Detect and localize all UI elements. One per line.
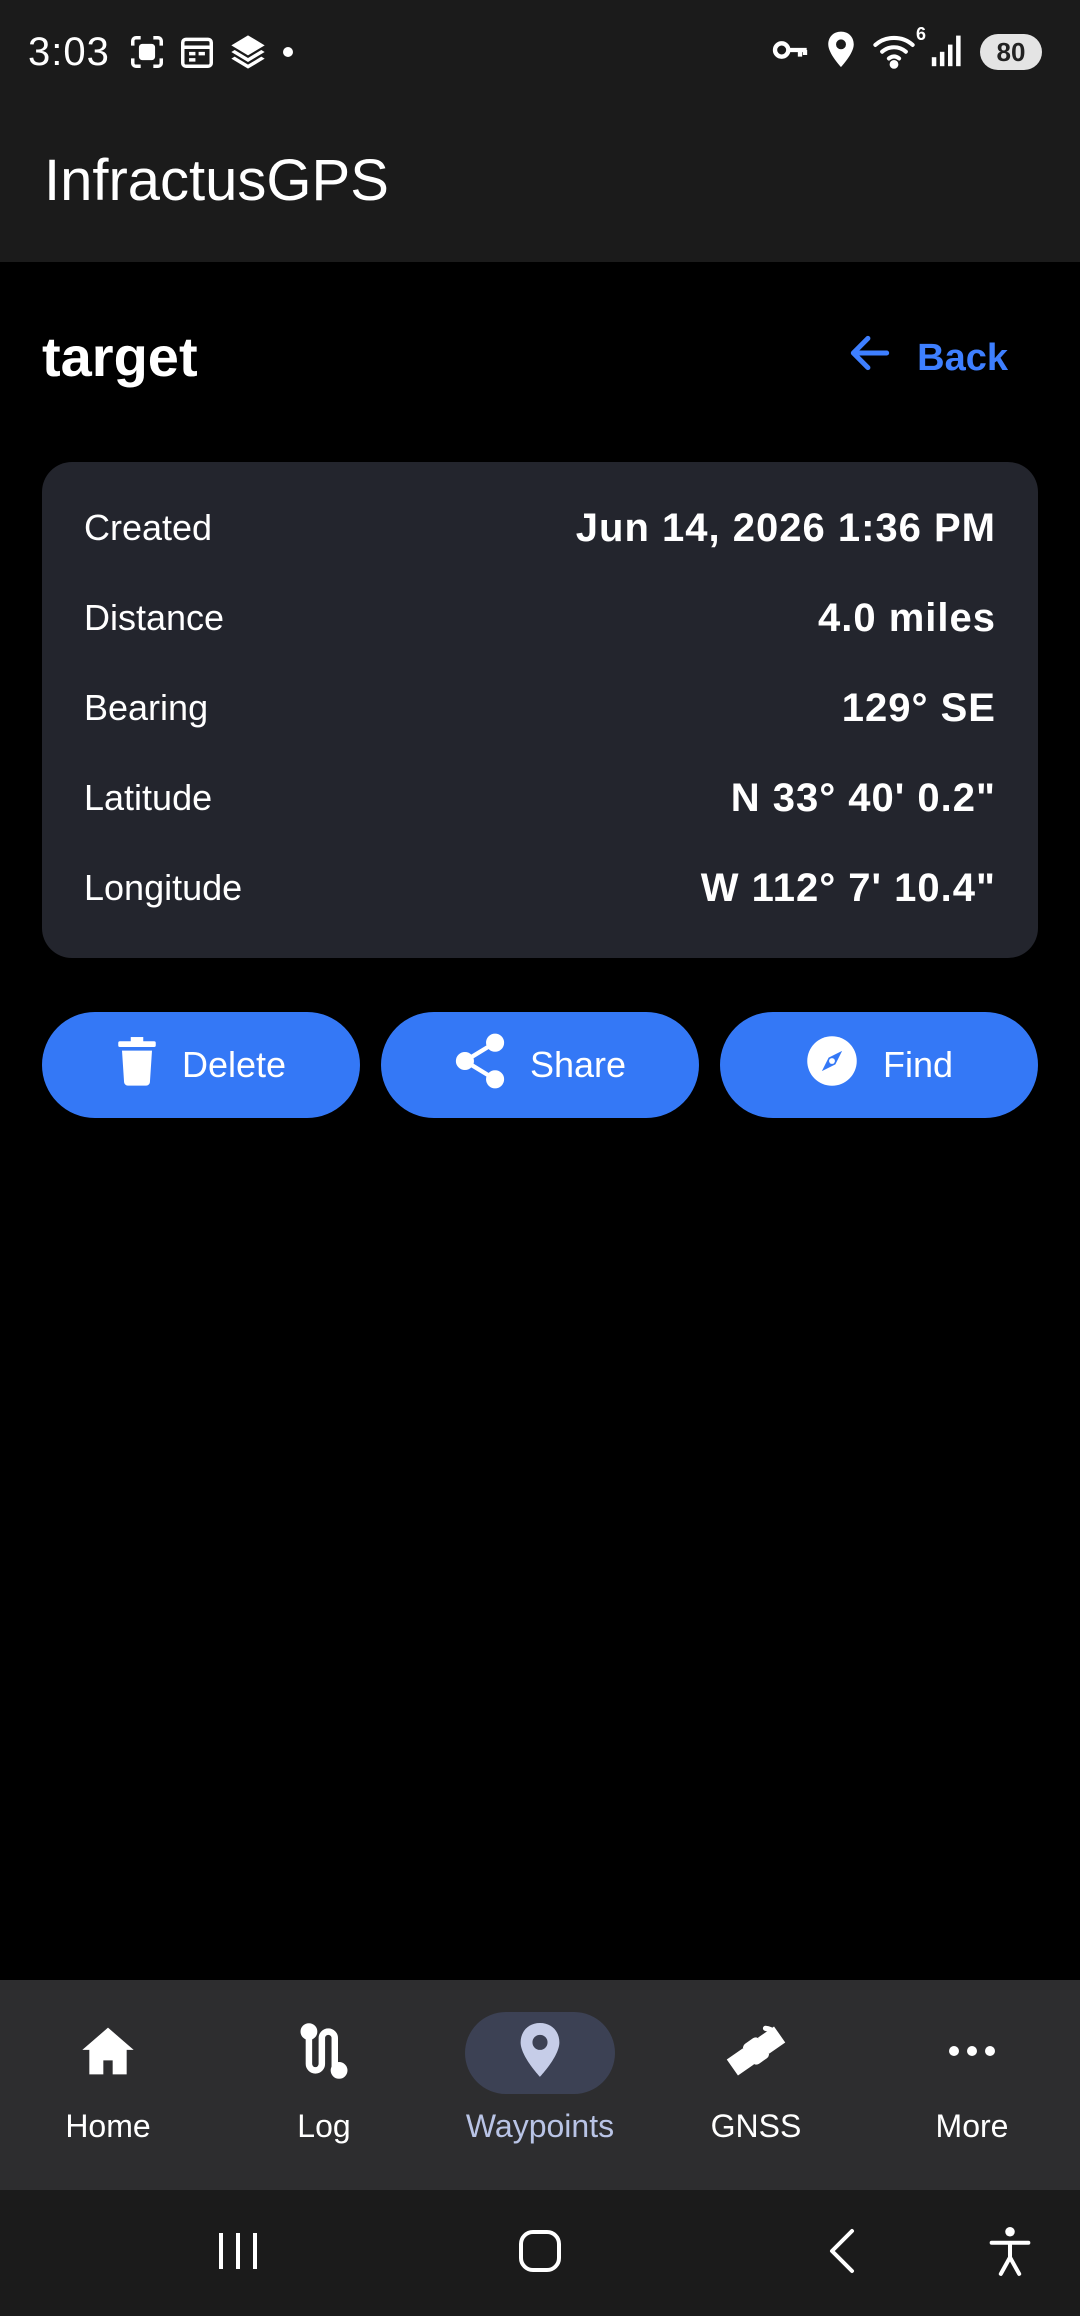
detail-row-longitude: Longitude W 112° 7' 10.4" bbox=[84, 858, 996, 918]
status-bar: 3:03 6 80 bbox=[0, 0, 1080, 104]
map-pin-icon bbox=[518, 2022, 562, 2084]
system-navigation-bar bbox=[0, 2190, 1080, 2316]
home-icon bbox=[80, 2025, 136, 2082]
detail-row-distance: Distance 4.0 miles bbox=[84, 588, 996, 648]
home-square-icon bbox=[517, 2228, 563, 2279]
chevron-left-icon bbox=[824, 2227, 860, 2280]
trash-icon bbox=[116, 1036, 158, 1095]
back-system-button[interactable] bbox=[802, 2218, 882, 2288]
nav-label: Home bbox=[65, 2108, 151, 2144]
detail-value: 4.0 miles bbox=[817, 595, 996, 640]
find-button[interactable]: Find bbox=[720, 1012, 1038, 1118]
back-button[interactable]: Back bbox=[845, 326, 1008, 390]
location-icon bbox=[824, 30, 858, 75]
nav-item-log[interactable]: Log bbox=[216, 2012, 432, 2162]
detail-row-created: Created Jun 14, 2026 1:36 PM bbox=[84, 498, 996, 558]
satellite-icon bbox=[725, 2020, 787, 2087]
detail-row-bearing: Bearing 129° SE bbox=[84, 678, 996, 738]
share-label: Share bbox=[529, 1044, 627, 1085]
delete-label: Delete bbox=[181, 1044, 287, 1085]
stack-icon bbox=[228, 32, 268, 77]
dot-icon bbox=[280, 44, 296, 65]
battery-indicator: 80 bbox=[980, 34, 1042, 70]
share-icon bbox=[454, 1033, 506, 1098]
find-label: Find bbox=[882, 1044, 954, 1085]
calendar-icon bbox=[178, 33, 216, 76]
system-status-icons: 6 80 bbox=[770, 24, 1042, 75]
detail-label: Bearing bbox=[84, 687, 209, 728]
detail-value: 129° SE bbox=[841, 685, 996, 730]
vpn-key-icon bbox=[770, 30, 810, 75]
back-label: Back bbox=[917, 336, 1008, 379]
route-icon bbox=[298, 2022, 350, 2084]
detail-label: Latitude bbox=[84, 777, 213, 818]
notification-icons bbox=[128, 32, 296, 76]
recent-apps-button[interactable] bbox=[198, 2218, 278, 2288]
active-indicator bbox=[465, 2012, 615, 2094]
nav-item-gnss[interactable]: GNSS bbox=[648, 2012, 864, 2162]
nav-item-more[interactable]: More bbox=[864, 2012, 1080, 2162]
detail-row-latitude: Latitude N 33° 40' 0.2" bbox=[84, 768, 996, 828]
accessibility-icon bbox=[988, 2225, 1032, 2282]
app-bar: InfractusGPS bbox=[0, 104, 1080, 262]
app-title: InfractusGPS bbox=[44, 148, 389, 213]
detail-value: W 112° 7' 10.4" bbox=[700, 865, 996, 910]
accessibility-button[interactable] bbox=[970, 2218, 1050, 2288]
home-system-button[interactable] bbox=[500, 2218, 580, 2288]
status-time: 3:03 bbox=[28, 30, 110, 74]
action-buttons: Delete Share Find bbox=[42, 1012, 1038, 1118]
signal-icon bbox=[930, 32, 966, 73]
compass-icon bbox=[805, 1034, 859, 1097]
nav-item-home[interactable]: Home bbox=[0, 2012, 216, 2162]
wifi-generation-label: 6 bbox=[915, 23, 926, 44]
detail-label: Created bbox=[84, 507, 213, 548]
nav-item-waypoints[interactable]: Waypoints bbox=[432, 2012, 648, 2162]
share-button[interactable]: Share bbox=[381, 1012, 699, 1118]
page-header: target Back bbox=[0, 300, 1080, 414]
bottom-navigation: Home Log Waypoints GNSS More bbox=[0, 1980, 1080, 2190]
delete-button[interactable]: Delete bbox=[42, 1012, 360, 1118]
wifi-icon: 6 bbox=[872, 24, 926, 75]
detail-label: Longitude bbox=[84, 867, 243, 908]
nav-label: Log bbox=[297, 2108, 351, 2144]
arrow-left-icon bbox=[845, 328, 895, 388]
recent-apps-icon bbox=[215, 2229, 261, 2278]
waypoint-details-card: Created Jun 14, 2026 1:36 PM Distance 4.… bbox=[42, 462, 1038, 958]
detail-value: N 33° 40' 0.2" bbox=[730, 775, 996, 820]
more-horizontal-icon bbox=[947, 2044, 997, 2063]
nav-label: GNSS bbox=[710, 2108, 802, 2144]
screenshot-icon bbox=[128, 33, 166, 76]
detail-label: Distance bbox=[84, 597, 225, 638]
waypoint-name: target bbox=[42, 325, 198, 388]
nav-label: More bbox=[935, 2108, 1009, 2144]
nav-label: Waypoints bbox=[465, 2108, 615, 2144]
detail-value: Jun 14, 2026 1:36 PM bbox=[575, 505, 996, 550]
